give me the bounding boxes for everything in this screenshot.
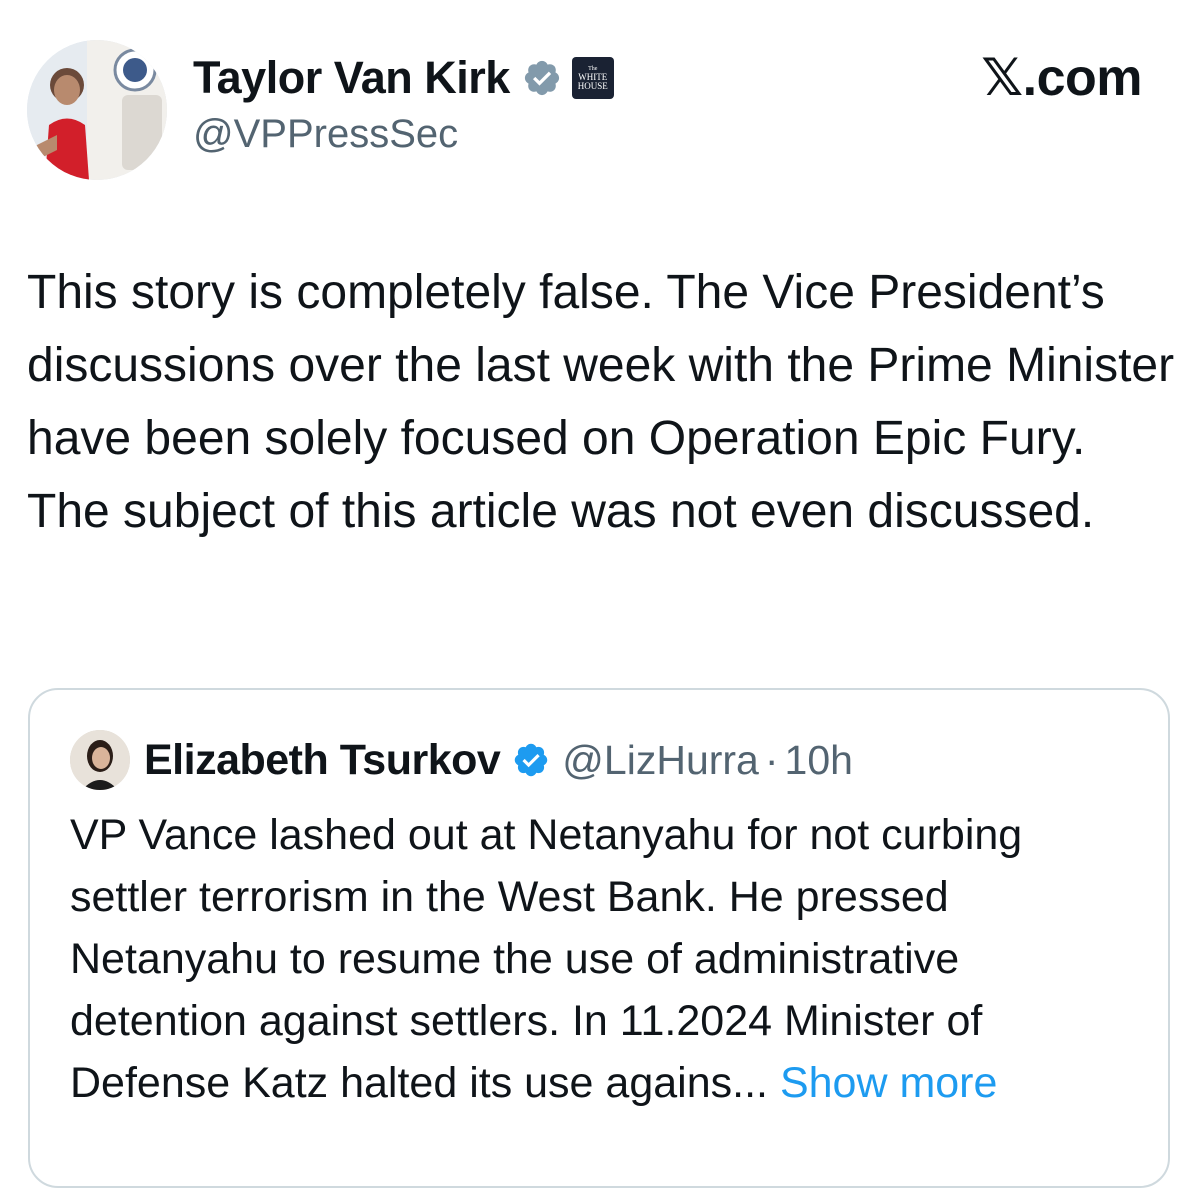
quoted-post-timestamp[interactable]: 10h <box>785 737 853 784</box>
verified-badge-icon <box>522 58 562 98</box>
quoted-post-card[interactable]: Elizabeth Tsurkov @LizHurra · 10h VP Van… <box>28 688 1170 1188</box>
quoted-post-header: Elizabeth Tsurkov @LizHurra · 10h <box>70 728 853 792</box>
quoted-author-handle[interactable]: @LizHurra <box>562 737 759 784</box>
separator-dot: · <box>764 736 779 783</box>
quoted-author-avatar[interactable] <box>70 730 130 790</box>
show-more-link[interactable]: Show more <box>780 1059 997 1107</box>
author-name-row: Taylor Van Kirk The WHITE HOUSE <box>193 50 614 106</box>
affiliation-badge-line-3: HOUSE <box>577 80 608 91</box>
quoted-author-display-name[interactable]: Elizabeth Tsurkov <box>144 736 501 785</box>
post-text: This story is completely false. The Vice… <box>27 266 1175 538</box>
x-com-logo: 𝕏.com <box>981 49 1142 107</box>
author-handle[interactable]: @VPPressSec <box>193 112 458 157</box>
white-house-affiliation-badge[interactable]: The WHITE HOUSE <box>571 57 614 99</box>
quoted-post-text: VP Vance lashed out at Netanyahu for not… <box>70 804 1145 1114</box>
author-display-name[interactable]: Taylor Van Kirk <box>193 52 510 104</box>
author-avatar[interactable] <box>27 40 167 180</box>
verified-badge-icon <box>512 741 550 779</box>
post-header: Taylor Van Kirk The WHITE HOUSE @VPPress… <box>0 0 1200 200</box>
